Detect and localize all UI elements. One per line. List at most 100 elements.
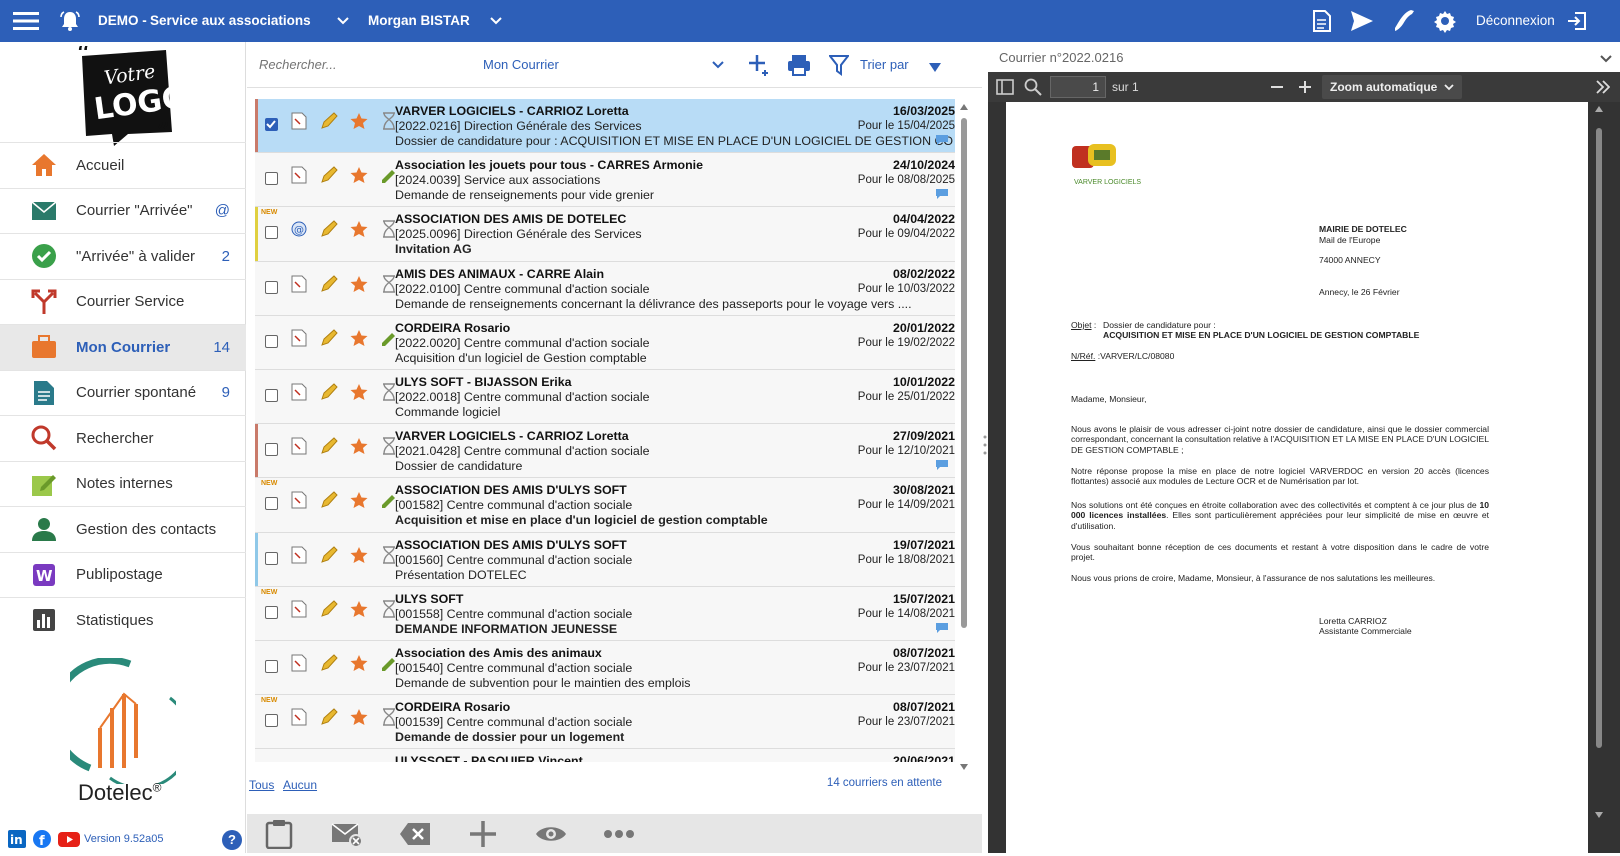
mail-row[interactable]: Association les jouets pour tous - CARRE…: [255, 153, 955, 208]
row-checkbox[interactable]: [265, 605, 278, 619]
star-icon[interactable]: [349, 274, 369, 294]
nav-item-publipostage[interactable]: W Publipostage: [0, 551, 246, 598]
attachment-doc-icon[interactable]: [289, 653, 309, 673]
pencil-icon[interactable]: [319, 653, 339, 673]
mail-row[interactable]: ULYS SOFT - BIJASSON Erika 10/01/2022 [202…: [255, 369, 955, 425]
pencil-icon[interactable]: [319, 599, 339, 619]
add-crosshair-icon[interactable]: [747, 53, 771, 80]
send-icon[interactable]: [1350, 10, 1374, 32]
attachment-doc-icon[interactable]: [289, 328, 309, 348]
attachment-doc-icon[interactable]: [289, 599, 309, 619]
attachment-doc-icon[interactable]: [289, 545, 309, 565]
page-number-input[interactable]: [1050, 76, 1106, 98]
help-button[interactable]: ?: [222, 830, 242, 850]
mail-row[interactable]: NEW CORDEIRA Rosario 08/07/2021 [001539] Ce…: [255, 695, 955, 750]
attachment-doc-icon[interactable]: [289, 274, 309, 294]
nav-item-arrivee-a-valider[interactable]: "Arrivée" à valider 2: [0, 233, 246, 279]
chevron-down-icon[interactable]: [712, 58, 724, 73]
select-none-link[interactable]: Aucun: [283, 778, 317, 792]
attachment-doc-icon[interactable]: [289, 761, 309, 762]
mail-row[interactable]: VARVER LOGICIELS - CARRIOZ Loretta 16/03/…: [255, 99, 955, 154]
pencil-icon[interactable]: [319, 707, 339, 727]
mail-row[interactable]: NEW ASSOCIATION DES AMIS D'ULYS SOFT 30/08…: [255, 478, 955, 533]
search-icon[interactable]: [1024, 78, 1042, 99]
user-select[interactable]: Morgan BISTAR: [368, 13, 470, 28]
sort-label[interactable]: Trier par: [860, 57, 909, 72]
pencil-icon[interactable]: [319, 545, 339, 565]
mail-row[interactable]: ULYSSOFT - PASQUIER Vincent 20/06/2021: [255, 749, 955, 762]
row-checkbox[interactable]: [265, 443, 278, 457]
zoom-out-icon[interactable]: [1270, 80, 1284, 97]
row-checkbox[interactable]: [265, 388, 278, 402]
star-icon[interactable]: [349, 761, 369, 762]
sidebar-toggle-icon[interactable]: [996, 79, 1014, 98]
filter-icon[interactable]: [827, 54, 851, 79]
comment-bubble-icon[interactable]: [935, 621, 949, 636]
star-icon[interactable]: [349, 328, 369, 348]
row-checkbox[interactable]: [265, 714, 278, 728]
mail-delete-icon[interactable]: [327, 817, 367, 851]
zoom-in-icon[interactable]: [1298, 80, 1312, 97]
backspace-icon[interactable]: [395, 817, 435, 851]
row-checkbox[interactable]: [265, 118, 278, 131]
star-icon[interactable]: [349, 111, 369, 131]
chevron-down-icon[interactable]: [337, 14, 349, 29]
attachment-doc-icon[interactable]: [289, 165, 309, 185]
star-icon[interactable]: [349, 382, 369, 402]
mail-row[interactable]: VARVER LOGICIELS - CARRIOZ Loretta 27/09/…: [255, 424, 955, 479]
pencil-icon[interactable]: [319, 219, 339, 239]
sort-down-icon[interactable]: [929, 60, 941, 75]
mail-row[interactable]: AMIS DES ANIMAUX - CARRE Alain 08/02/2022…: [255, 261, 955, 316]
row-checkbox[interactable]: [265, 551, 278, 565]
pencil-icon[interactable]: [319, 436, 339, 456]
chevron-down-icon[interactable]: [490, 14, 502, 29]
logout-icon[interactable]: [1567, 11, 1587, 31]
select-all-link[interactable]: Tous: [249, 778, 274, 792]
youtube-icon[interactable]: [58, 832, 80, 850]
nav-item-courrier-spontane[interactable]: Courrier spontané 9: [0, 369, 246, 416]
viewer-scrollbar[interactable]: [1594, 104, 1604, 820]
star-icon[interactable]: [349, 490, 369, 510]
hamburger-menu-icon[interactable]: [12, 9, 40, 33]
comment-bubble-icon[interactable]: [935, 133, 949, 148]
nav-item-accueil[interactable]: Accueil: [0, 142, 246, 188]
facebook-icon[interactable]: f: [33, 830, 51, 851]
gear-icon[interactable]: [1433, 9, 1457, 33]
list-scrollbar[interactable]: [959, 102, 969, 772]
print-icon[interactable]: [787, 54, 811, 79]
add-icon[interactable]: [463, 817, 503, 851]
pencil-icon[interactable]: [319, 165, 339, 185]
clipboard-icon[interactable]: [259, 817, 299, 851]
nav-item-gestion-contacts[interactable]: Gestion des contacts: [0, 506, 246, 552]
document-icon[interactable]: [1313, 10, 1331, 32]
nav-item-notes-internes[interactable]: Notes internes: [0, 460, 246, 507]
mailbox-select[interactable]: Mon Courrier: [483, 57, 559, 72]
mail-row[interactable]: NEW ULYS SOFT 15/07/2021 [001558] Centre co…: [255, 586, 955, 641]
pencil-icon[interactable]: [319, 490, 339, 510]
star-icon[interactable]: [349, 599, 369, 619]
row-checkbox[interactable]: [265, 280, 278, 294]
pencil-icon[interactable]: [319, 382, 339, 402]
star-icon[interactable]: [349, 436, 369, 456]
star-icon[interactable]: [349, 545, 369, 565]
comment-bubble-icon[interactable]: [935, 187, 949, 202]
star-icon[interactable]: [349, 219, 369, 239]
phone-icon[interactable]: [1393, 9, 1415, 33]
star-icon[interactable]: [349, 653, 369, 673]
pencil-icon[interactable]: [319, 328, 339, 348]
row-checkbox[interactable]: [265, 226, 278, 240]
email-at-icon[interactable]: @: [289, 219, 309, 239]
nav-item-rechercher[interactable]: Rechercher: [0, 415, 246, 461]
row-checkbox[interactable]: [265, 172, 278, 186]
service-select[interactable]: Service aux associations: [150, 13, 311, 28]
mail-row[interactable]: NEW @ ASSOCIATION DES AMIS DE DOTELEC 04/04…: [255, 207, 955, 262]
attachment-doc-icon[interactable]: [289, 436, 309, 456]
row-checkbox[interactable]: [265, 334, 278, 348]
nav-item-mon-courrier[interactable]: Mon Courrier 14: [0, 324, 246, 370]
pencil-icon[interactable]: [319, 111, 339, 131]
nav-item-statistiques[interactable]: Statistiques: [0, 597, 246, 643]
star-icon[interactable]: [349, 707, 369, 727]
pencil-icon[interactable]: [319, 761, 339, 762]
comment-bubble-icon[interactable]: [935, 458, 949, 473]
attachment-doc-icon[interactable]: [289, 382, 309, 402]
